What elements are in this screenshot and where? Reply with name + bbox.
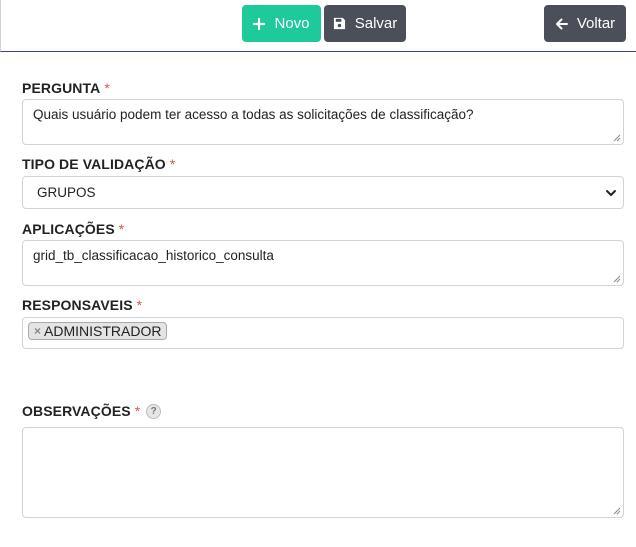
tipo-validacao-select[interactable]: GRUPOS [22,176,624,209]
required-mark: * [118,221,125,237]
responsavel-tag: × ADMINISTRADOR [28,322,168,340]
aplicacoes-textarea[interactable]: grid_tb_classificacao_historico_consulta [22,240,624,286]
pergunta-value: Quais usuário podem ter acesso a todas a… [33,107,474,122]
tipo-validacao-selected: GRUPOS [37,185,96,200]
aplicacoes-label: APLICAÇÕES * [22,221,124,237]
pergunta-label: PERGUNTA * [22,80,110,96]
save-icon [333,17,346,30]
required-mark: * [134,403,141,419]
resize-grip-icon[interactable] [612,133,621,142]
pergunta-label-text: PERGUNTA [22,80,101,96]
resize-grip-icon[interactable] [612,274,621,283]
responsaveis-label-text: RESPONSAVEIS [22,297,133,313]
required-mark: * [104,80,110,96]
observacoes-label: OBSERVAÇÕES *? [22,403,162,420]
novo-button[interactable]: Novo [242,5,321,42]
observacoes-textarea[interactable] [22,427,624,518]
voltar-label: Voltar [576,15,616,32]
required-mark: * [169,156,176,172]
toolbar: Novo Salvar Voltar [0,0,636,52]
salvar-label: Salvar [354,15,398,32]
tipo-validacao-label: TIPO DE VALIDAÇÃO * [22,156,175,172]
aplicacoes-label-text: APLICAÇÕES [22,221,115,237]
pergunta-textarea[interactable]: Quais usuário podem ter acesso a todas a… [22,99,624,145]
tag-label: ADMINISTRADOR [44,323,162,339]
chevron-down-icon [606,190,616,196]
responsaveis-label: RESPONSAVEIS * [22,297,142,313]
responsaveis-multiselect[interactable]: × ADMINISTRADOR [22,317,624,349]
help-icon[interactable]: ? [146,403,162,419]
salvar-button[interactable]: Salvar [324,5,406,42]
voltar-button[interactable]: Voltar [544,5,626,42]
resize-grip-icon[interactable] [612,506,621,515]
required-mark: * [136,297,143,313]
novo-label: Novo [274,15,310,32]
tag-remove-button[interactable]: × [34,324,41,338]
arrow-left-icon [555,18,568,30]
aplicacoes-value: grid_tb_classificacao_historico_consulta [33,248,274,263]
observacoes-label-text: OBSERVAÇÕES [22,403,131,419]
plus-icon [253,17,266,30]
tipo-validacao-label-text: TIPO DE VALIDAÇÃO [22,156,166,172]
